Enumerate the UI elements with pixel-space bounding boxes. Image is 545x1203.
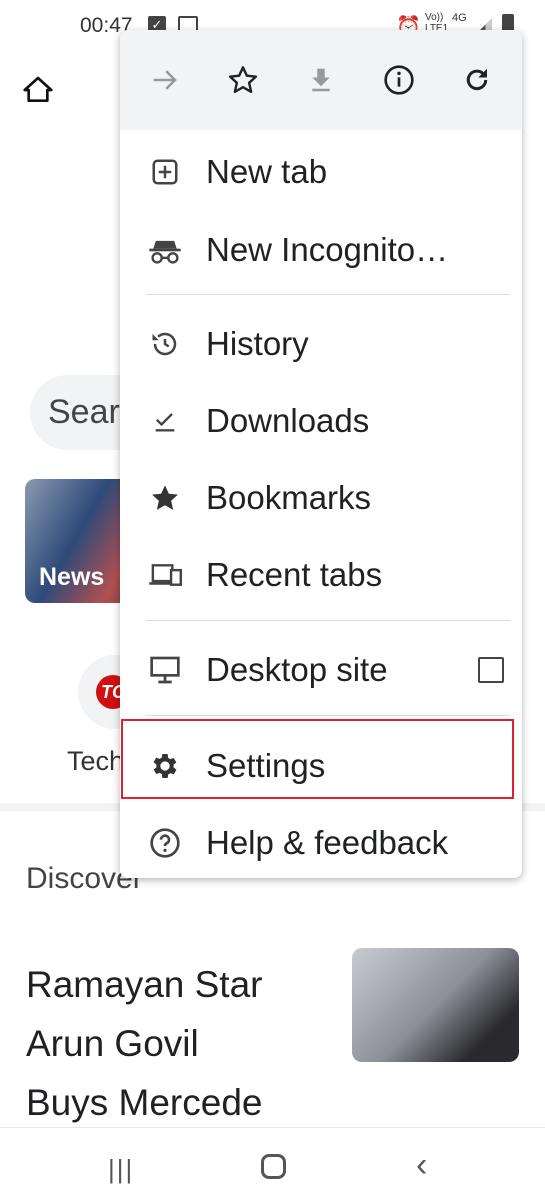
article-headline[interactable]: Ramayan Star Arun Govil Buys Mercede xyxy=(26,955,263,1132)
menu-item-label: History xyxy=(206,325,309,362)
gear-icon xyxy=(148,749,182,783)
shortcut-label: Tech xyxy=(67,746,125,776)
menu-item-label: Recent tabs xyxy=(206,556,383,593)
recent-apps-icon[interactable]: ||| xyxy=(108,1154,134,1185)
headline-line: Ramayan Star xyxy=(26,964,263,1005)
menu-item-bookmarks[interactable]: Bookmarks xyxy=(120,463,522,533)
menu-item-help-feedback[interactable]: Help & feedback xyxy=(120,808,522,878)
info-icon[interactable] xyxy=(379,60,419,100)
network-type: 4G xyxy=(452,12,467,24)
bookmark-star-icon[interactable] xyxy=(223,60,263,100)
menu-item-downloads[interactable]: Downloads xyxy=(120,386,522,456)
back-icon[interactable]: ‹ xyxy=(416,1146,427,1185)
menu-item-label: Help & feedback xyxy=(206,824,449,861)
bookmarks-icon xyxy=(148,481,182,515)
menu-item-label: Desktop site xyxy=(206,651,388,688)
forward-icon[interactable] xyxy=(145,60,185,100)
downloads-icon xyxy=(148,404,182,438)
new-tab-icon xyxy=(148,155,182,189)
search-placeholder: Sear xyxy=(48,393,120,431)
incognito-icon xyxy=(148,233,182,267)
menu-item-settings[interactable]: Settings xyxy=(120,731,522,801)
menu-divider xyxy=(146,715,510,716)
nav-bar: ||| ‹ xyxy=(0,1127,545,1203)
menu-item-new-tab[interactable]: New tab xyxy=(120,137,522,207)
menu-item-new-incognito[interactable]: New Incognito… xyxy=(120,215,522,285)
menu-item-history[interactable]: History xyxy=(120,309,522,379)
headline-line: Buys Mercede xyxy=(26,1082,263,1123)
desktop-icon xyxy=(148,653,182,687)
menu-item-desktop-site[interactable]: Desktop site xyxy=(120,635,522,705)
desktop-site-checkbox[interactable] xyxy=(478,657,504,683)
news-tile-label: News xyxy=(39,563,105,591)
overflow-menu: New tab New Incognito… History Downloads… xyxy=(120,30,522,878)
menu-divider xyxy=(146,620,510,621)
menu-item-label: Bookmarks xyxy=(206,479,372,516)
menu-item-recent-tabs[interactable]: Recent tabs xyxy=(120,540,522,610)
article-thumbnail[interactable] xyxy=(352,948,519,1062)
menu-divider xyxy=(146,294,510,295)
menu-item-label: New tab xyxy=(206,153,328,190)
menu-toolbar xyxy=(120,30,522,130)
history-icon xyxy=(148,327,182,361)
help-icon xyxy=(148,826,182,860)
home-nav-icon[interactable] xyxy=(261,1154,286,1179)
headline-line: Arun Govil xyxy=(26,1023,199,1064)
menu-item-label: Downloads xyxy=(206,402,370,439)
reload-icon[interactable] xyxy=(457,60,497,100)
menu-item-label: Settings xyxy=(206,747,326,784)
download-icon[interactable] xyxy=(301,60,341,100)
menu-item-label: New Incognito… xyxy=(206,231,449,268)
home-icon[interactable] xyxy=(22,74,54,106)
recent-tabs-icon xyxy=(148,558,182,592)
